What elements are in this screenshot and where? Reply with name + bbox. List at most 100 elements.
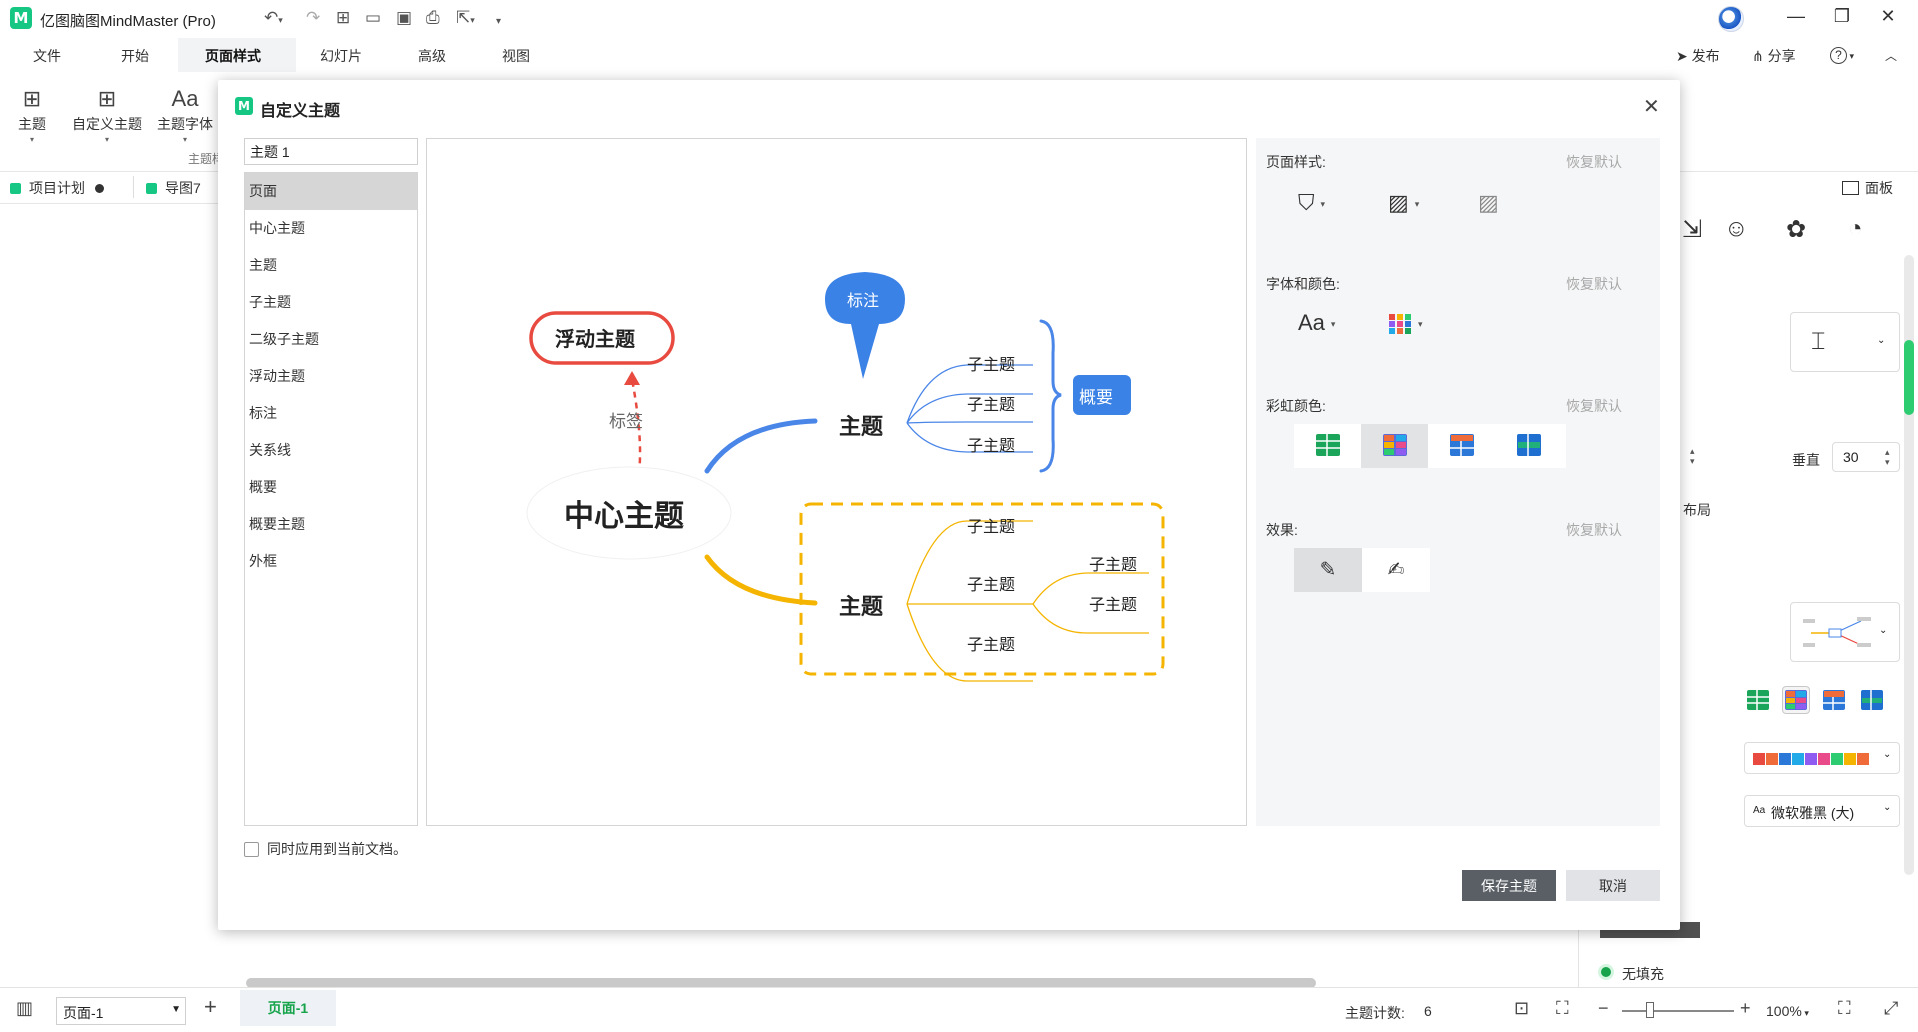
customize-quick-access-icon[interactable]: ▾: [496, 12, 501, 32]
category-page[interactable]: 页面: [245, 173, 417, 210]
spinner-arrows-icon[interactable]: ▴ ▾: [1690, 446, 1695, 466]
save-theme-button[interactable]: 保存主题: [1462, 870, 1556, 901]
scrollbar-thumb[interactable]: [1904, 340, 1914, 415]
page-list-icon[interactable]: ▥: [16, 998, 33, 1019]
subtopic[interactable]: 子主题: [967, 571, 1015, 595]
theme-name-input[interactable]: [244, 138, 418, 165]
font-icon[interactable]: Aa ▾: [1298, 310, 1335, 336]
subtopic[interactable]: 子主题: [967, 631, 1015, 655]
category-level2-subtopic[interactable]: 二级子主题: [245, 321, 417, 358]
fit-selection-icon[interactable]: ⛶: [1556, 998, 1569, 1019]
relationship-label[interactable]: 标签: [609, 407, 643, 432]
category-main-topic[interactable]: 主题: [245, 247, 417, 284]
open-folder-icon[interactable]: ▭: [365, 8, 381, 28]
badge-icon[interactable]: ✿: [1786, 215, 1806, 244]
reset-rainbow-button[interactable]: 恢复默认: [1566, 396, 1622, 416]
subtopic[interactable]: 子主题: [967, 513, 1015, 537]
print-icon[interactable]: ⎙: [426, 8, 440, 28]
page-select[interactable]: 页面-1 ▼: [56, 997, 186, 1025]
category-subtopic[interactable]: 子主题: [245, 284, 417, 321]
hand-drawn-effect-icon[interactable]: ✍: [1362, 548, 1430, 592]
rainbow-option-3[interactable]: [1820, 686, 1848, 714]
font-dropdown[interactable]: Aa 微软雅黑 (大) ⌄: [1744, 795, 1900, 827]
main-topic-top[interactable]: 主题: [839, 409, 883, 441]
arrange-icon[interactable]: ⇲: [1682, 215, 1702, 244]
theme-button[interactable]: ⊞ 主题 ▾: [18, 84, 46, 144]
close-window-icon[interactable]: ✕: [1868, 6, 1908, 27]
expand-icon[interactable]: ⤢: [1884, 998, 1898, 1019]
history-icon[interactable]: ◔: [1848, 215, 1863, 243]
subtopic[interactable]: 子主题: [967, 391, 1015, 415]
reset-effect-button[interactable]: 恢复默认: [1566, 520, 1622, 540]
export-icon[interactable]: ⇱▾: [456, 8, 475, 30]
level2-subtopic[interactable]: 子主题: [1089, 551, 1137, 575]
doc-tab-project-plan[interactable]: 项目计划: [10, 178, 104, 198]
rainbow-option-3[interactable]: [1428, 424, 1495, 468]
reset-page-style-button[interactable]: 恢复默认: [1566, 152, 1622, 172]
category-central-topic[interactable]: 中心主题: [245, 210, 417, 247]
rainbow-option-1[interactable]: [1294, 424, 1361, 468]
save-icon[interactable]: ▣: [396, 8, 412, 28]
category-boundary[interactable]: 外框: [245, 543, 417, 580]
custom-theme-button[interactable]: ⊞ 自定义主题 ▾: [72, 84, 142, 144]
layout-style-dropdown[interactable]: ⌄: [1790, 602, 1900, 662]
apply-to-current-option[interactable]: 同时应用到当前文档。: [244, 839, 407, 859]
main-topic-bottom[interactable]: 主题: [839, 589, 883, 621]
tab-page-style[interactable]: 页面样式: [205, 46, 261, 66]
subtopic[interactable]: 子主题: [967, 432, 1015, 456]
category-floating-topic[interactable]: 浮动主题: [245, 358, 417, 395]
category-callout[interactable]: 标注: [245, 395, 417, 432]
rainbow-option-4[interactable]: [1495, 424, 1562, 468]
new-file-icon[interactable]: ⊞: [336, 8, 350, 28]
undo-icon[interactable]: ↶▾: [264, 8, 283, 30]
category-summary[interactable]: 概要: [245, 469, 417, 506]
watermark-icon[interactable]: ▨: [1478, 190, 1499, 216]
publish-button[interactable]: ➤ 发布: [1676, 46, 1720, 66]
marker-effect-icon[interactable]: ✎: [1294, 548, 1362, 592]
tab-home[interactable]: 开始: [121, 46, 149, 66]
dialog-close-icon[interactable]: ✕: [1643, 94, 1660, 119]
tab-slides[interactable]: 幻灯片: [320, 46, 362, 66]
rainbow-option-4[interactable]: [1858, 686, 1886, 714]
zoom-value[interactable]: 100% ▾: [1766, 1003, 1809, 1019]
radio-no-fill[interactable]: [1598, 964, 1614, 980]
zoom-out-icon[interactable]: −: [1598, 998, 1609, 1019]
theme-font-button[interactable]: Aa 主题字体 ▾: [157, 84, 213, 144]
add-page-icon[interactable]: +: [204, 994, 217, 1020]
reset-font-color-button[interactable]: 恢复默认: [1566, 274, 1622, 294]
cancel-button[interactable]: 取消: [1566, 870, 1660, 901]
rainbow-option-2[interactable]: [1361, 424, 1428, 468]
rainbow-option-1[interactable]: [1744, 686, 1772, 714]
apply-to-current-checkbox[interactable]: [244, 842, 259, 857]
share-button[interactable]: ⋔ 分享: [1752, 46, 1796, 66]
color-palette-dropdown[interactable]: ⌄: [1744, 742, 1900, 774]
structure-dropdown[interactable]: ⌶ ⌄: [1790, 312, 1900, 372]
fill-bucket-icon[interactable]: ⛉ ▾: [1298, 190, 1325, 216]
page-tab-1[interactable]: 页面-1: [240, 990, 336, 1026]
rainbow-option-2[interactable]: [1782, 686, 1810, 714]
minimize-icon[interactable]: —: [1776, 6, 1816, 27]
user-avatar[interactable]: [1718, 6, 1744, 32]
category-relationship[interactable]: 关系线: [245, 432, 417, 469]
maximize-icon[interactable]: ❐: [1822, 6, 1862, 27]
doc-tab-map7[interactable]: 导图7: [146, 178, 201, 198]
zoom-in-icon[interactable]: +: [1740, 998, 1751, 1019]
tab-file[interactable]: 文件: [33, 46, 61, 66]
redo-icon[interactable]: ↷: [306, 8, 320, 28]
spinner-arrows-icon[interactable]: ▴ ▾: [1885, 447, 1890, 467]
panel-toggle[interactable]: 面板: [1842, 178, 1893, 198]
central-topic[interactable]: 中心主题: [564, 491, 684, 535]
fullscreen-icon[interactable]: ⛶: [1838, 998, 1851, 1019]
emoji-icon[interactable]: ☺: [1724, 215, 1749, 243]
collapse-ribbon-icon[interactable]: ︿: [1885, 47, 1897, 64]
panel-scrollbar[interactable]: [1904, 255, 1914, 875]
summary-label[interactable]: 概要: [1079, 383, 1113, 408]
floating-topic[interactable]: 浮动主题: [555, 323, 635, 352]
callout-label[interactable]: 标注: [847, 287, 879, 311]
color-scheme-icon[interactable]: ▾: [1388, 310, 1423, 336]
zoom-slider-track[interactable]: [1622, 1010, 1734, 1012]
category-summary-topic[interactable]: 概要主题: [245, 506, 417, 543]
zoom-slider-knob[interactable]: [1646, 1002, 1654, 1018]
tab-advanced[interactable]: 高级: [418, 46, 446, 66]
background-image-icon[interactable]: ▨ ▾: [1388, 190, 1419, 216]
